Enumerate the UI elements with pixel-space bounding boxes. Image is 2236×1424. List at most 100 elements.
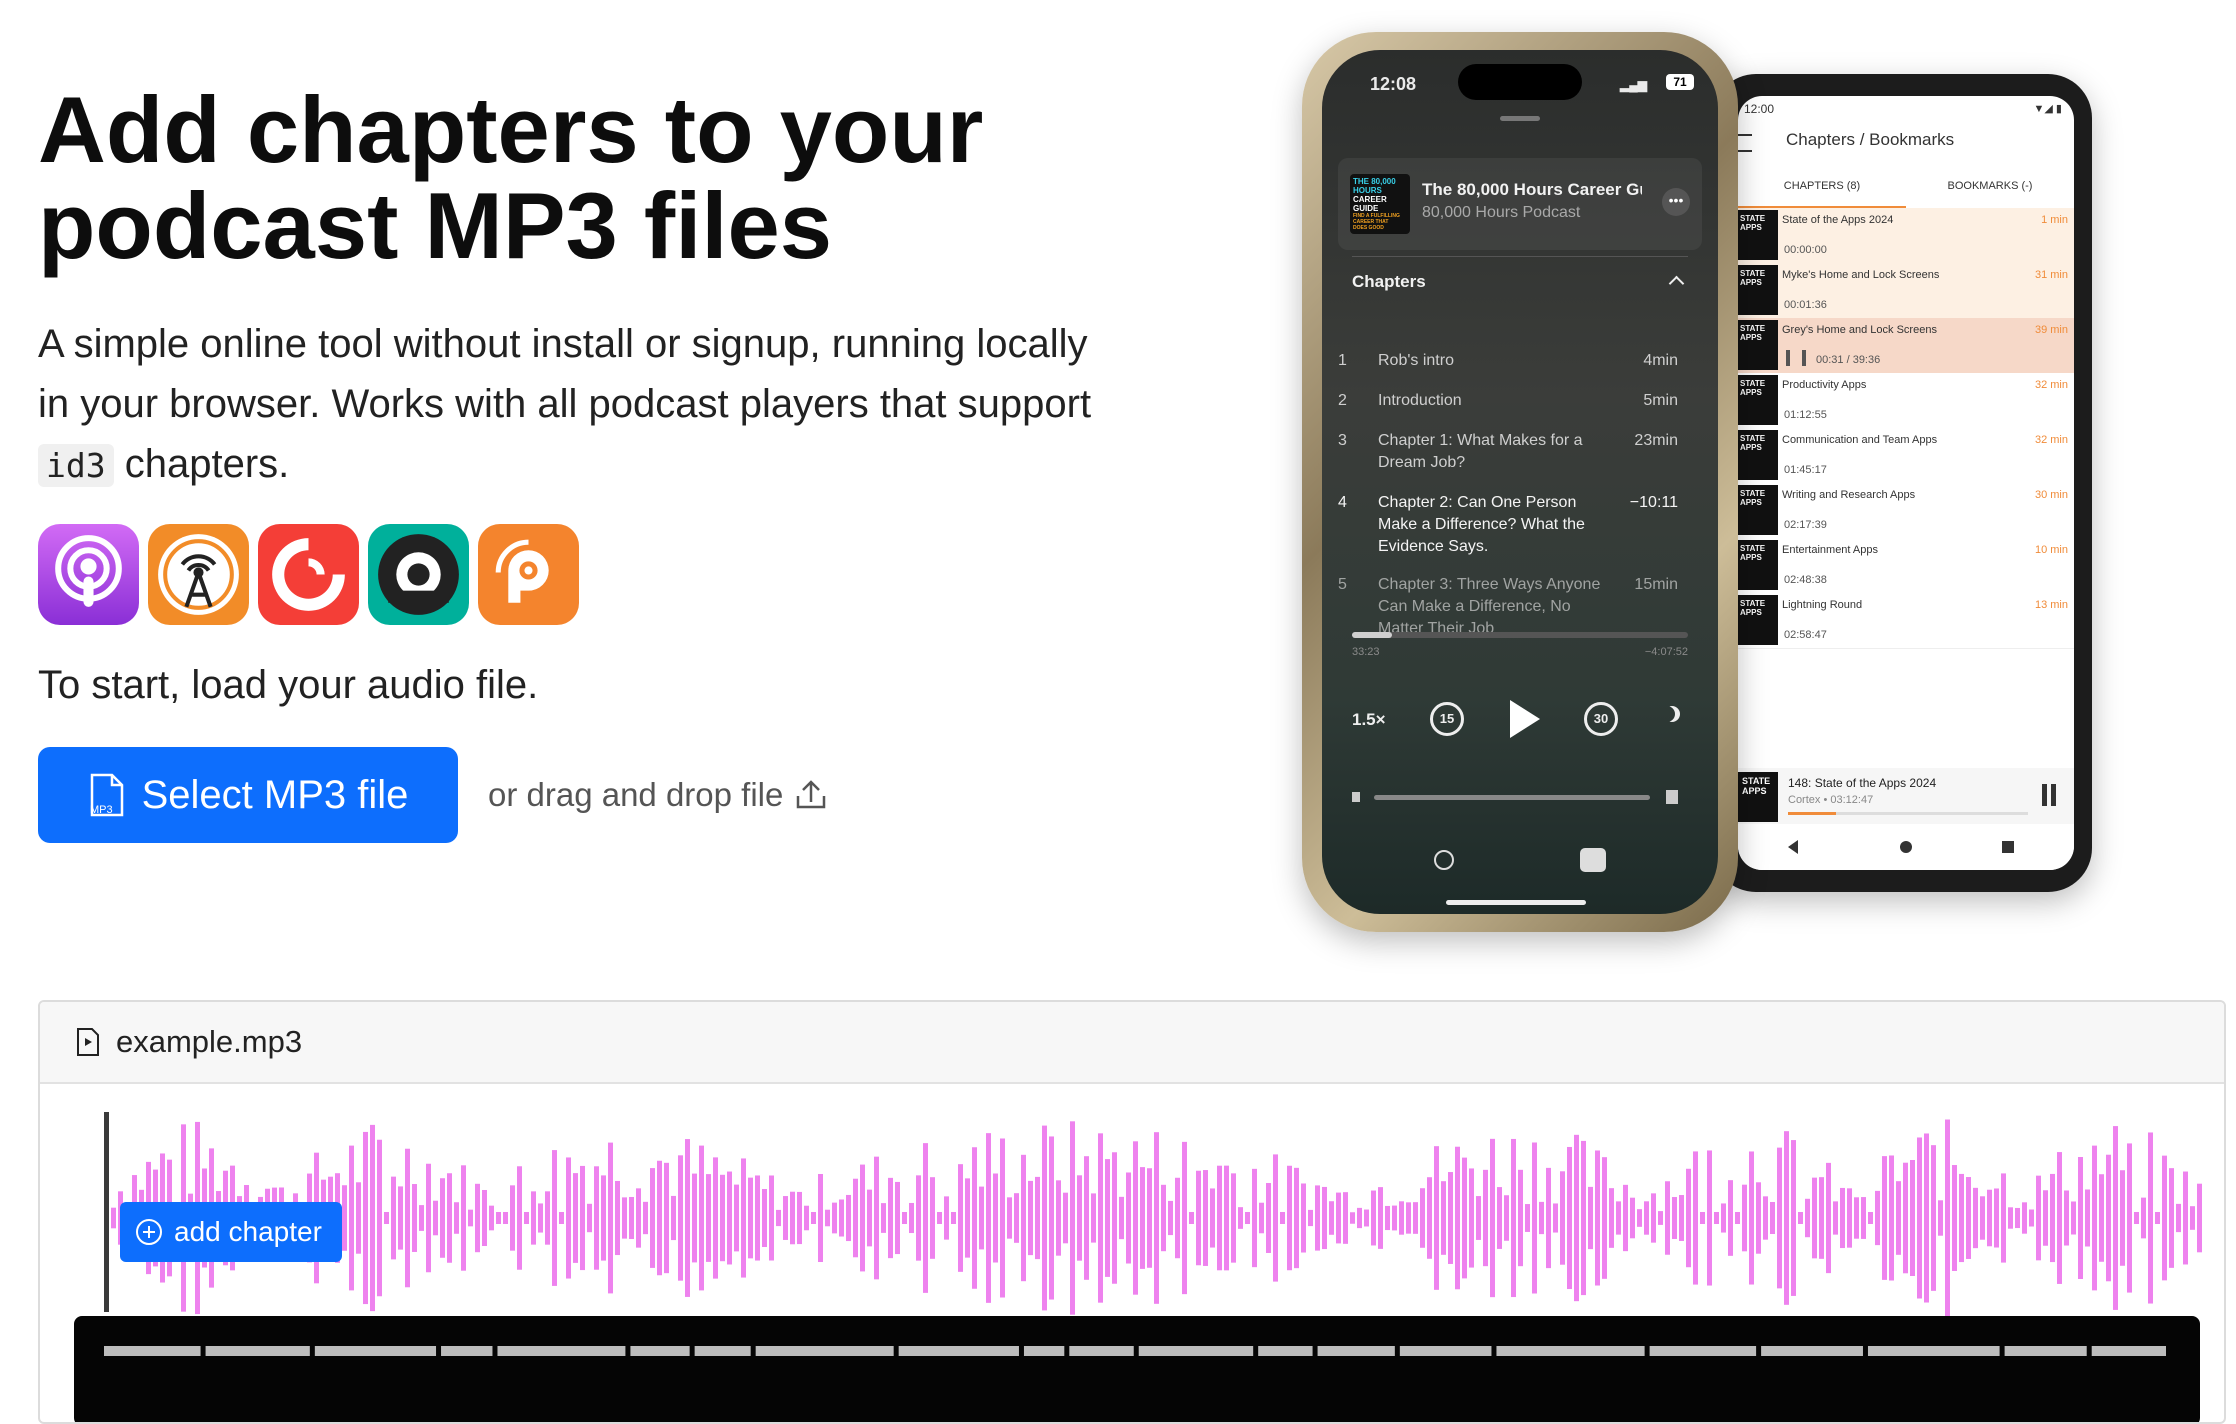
waveform-bar: [1693, 1151, 1698, 1285]
waveform-bar: [895, 1181, 900, 1255]
waveform-bar: [1896, 1181, 1901, 1255]
chevron-up-icon[interactable]: [1668, 275, 1685, 292]
pause-icon[interactable]: [2042, 784, 2056, 806]
plus-v: [148, 1226, 150, 1238]
android-phone-mockup: 12:00 ▼◢ ▮ Chapters / Bookmarks CHAPTERS…: [1712, 74, 2092, 892]
chapter-segment[interactable]: [314, 1346, 437, 1356]
chapters-list-icon[interactable]: [1580, 848, 1606, 872]
cover-line: DOES GOOD: [1353, 225, 1384, 231]
tab-bookmarks[interactable]: BOOKMARKS (-): [1906, 176, 2074, 206]
skip-back-icon[interactable]: 15: [1430, 702, 1464, 736]
android-chapter-row[interactable]: STATE APPS Entertainment Apps 02:48:38 10 m…: [1738, 538, 2074, 594]
chapter-segment[interactable]: [441, 1346, 493, 1356]
add-chapter-button[interactable]: add chapter: [120, 1202, 342, 1262]
chapter-segment[interactable]: [694, 1346, 751, 1356]
waveform[interactable]: [104, 1112, 2204, 1322]
tab-chapters[interactable]: CHAPTERS (8): [1738, 176, 1906, 209]
ios-progress-track[interactable]: [1352, 632, 1688, 638]
waveform-bar: [1686, 1168, 1691, 1268]
android-chapter-row[interactable]: STATE APPS Myke's Home and Lock Screens 00…: [1738, 263, 2074, 319]
waveform-bar: [1007, 1197, 1012, 1239]
airplay-icon[interactable]: [1434, 850, 1454, 870]
play-icon[interactable]: [1510, 700, 1540, 738]
waveform-bar: [979, 1186, 984, 1250]
android-chapter-row[interactable]: STATE APPS Productivity Apps 01:12:55 32 mi…: [1738, 373, 2074, 429]
waveform-bar: [860, 1164, 865, 1272]
waveform-bar: [2106, 1154, 2111, 1282]
android-chapter-row[interactable]: STATE APPS Grey's Home and Lock Screens 00…: [1738, 318, 2074, 374]
ios-chapter-row[interactable]: 5 Chapter 3: Three Ways Anyone Can Make a…: [1338, 574, 1678, 640]
android-chapter-title: Productivity Apps: [1782, 379, 1867, 391]
waveform-bar: [1994, 1188, 1999, 1248]
waveform-bar: [643, 1201, 648, 1235]
chapter-segment[interactable]: [2004, 1346, 2087, 1356]
waveform-bar: [1840, 1187, 1845, 1249]
skip-forward-icon[interactable]: 30: [1584, 702, 1618, 736]
chapter-segment[interactable]: [1317, 1346, 1395, 1356]
android-status-icons: ▼◢ ▮: [2033, 103, 2062, 115]
chapter-segment[interactable]: [898, 1346, 1019, 1356]
waveform-bar: [741, 1158, 746, 1278]
volume-slider[interactable]: [1374, 795, 1650, 800]
android-chapter-row[interactable]: STATE APPS Communication and Team Apps 01:…: [1738, 428, 2074, 484]
select-mp3-button[interactable]: MP3 Select MP3 file: [38, 747, 458, 843]
waveform-bar: [2064, 1190, 2069, 1246]
chapter-segment[interactable]: [1496, 1346, 1645, 1356]
chapter-segment[interactable]: [1069, 1346, 1134, 1356]
audio-file-icon: [77, 1028, 99, 1056]
pocket-casts-icon: [258, 524, 359, 625]
chapter-segments[interactable]: [104, 1346, 2168, 1358]
waveform-bar: [1077, 1175, 1082, 1261]
waveform-bar: [2183, 1171, 2188, 1265]
chapter-segment[interactable]: [630, 1346, 690, 1356]
ios-remaining: −4:07:52: [1644, 646, 1688, 658]
chapter-segment[interactable]: [1649, 1346, 1757, 1356]
chapter-segment[interactable]: [1023, 1346, 1065, 1356]
chapters-header-label: Chapters: [1352, 272, 1426, 291]
waveform-bar: [1028, 1180, 1033, 1256]
waveform-bar: [1476, 1196, 1481, 1240]
waveform-bar: [1140, 1167, 1145, 1269]
more-icon[interactable]: •••: [1662, 188, 1690, 216]
android-chapter-row[interactable]: STATE APPS Writing and Research Apps 02:17…: [1738, 483, 2074, 539]
chapter-segment[interactable]: [497, 1346, 626, 1356]
waveform-bar: [1735, 1212, 1740, 1224]
select-mp3-label: Select MP3 file: [141, 772, 409, 817]
chapter-segment[interactable]: [104, 1346, 201, 1356]
chapter-segment[interactable]: [205, 1346, 310, 1356]
android-chapter-time: 02:48:38: [1784, 574, 1827, 586]
waveform-bar: [1833, 1201, 1838, 1235]
waveform-bar: [1098, 1133, 1103, 1303]
sleep-timer-icon[interactable]: [1664, 706, 1680, 722]
waveform-bar: [1119, 1196, 1124, 1240]
drag-drop-hint[interactable]: or drag and drop file: [488, 776, 827, 814]
playhead[interactable]: [104, 1112, 109, 1312]
chapter-thumb: STATE APPS: [1738, 265, 1778, 315]
waveform-bar: [1490, 1138, 1495, 1298]
waveform-bar: [1651, 1193, 1656, 1243]
nav-recents-icon[interactable]: [2002, 841, 2014, 853]
menu-icon[interactable]: [1738, 134, 1752, 152]
chapter-segment[interactable]: [1399, 1346, 1492, 1356]
waveform-bar: [1112, 1152, 1117, 1284]
ios-elapsed: 33:23: [1352, 646, 1380, 658]
chapter-segment[interactable]: [1138, 1346, 1254, 1356]
nav-home-icon[interactable]: [1900, 841, 1912, 853]
chapter-segment[interactable]: [1258, 1346, 1313, 1356]
nav-back-icon[interactable]: [1788, 840, 1798, 854]
chapter-segment[interactable]: [755, 1346, 894, 1356]
android-mini-player[interactable]: STATE APPS 148: State of the Apps 2024 C…: [1738, 768, 2074, 824]
android-chapter-row[interactable]: STATE APPS State of the Apps 2024 00:00:00…: [1738, 208, 2074, 264]
waveform-bar: [965, 1178, 970, 1258]
speed-button[interactable]: 1.5×: [1352, 710, 1386, 730]
waveform-bar: [1014, 1193, 1019, 1243]
waveform-bar: [1497, 1187, 1502, 1249]
chapter-segment[interactable]: [1867, 1346, 2000, 1356]
sheet-grabber[interactable]: [1500, 116, 1540, 121]
android-chapter-row[interactable]: STATE APPS Lightning Round 02:58:47 13 min: [1738, 593, 2074, 649]
waveform-bar: [1903, 1162, 1908, 1274]
chapters-header[interactable]: Chapters: [1352, 272, 1688, 298]
chapter-segment[interactable]: [1761, 1346, 1863, 1356]
waveform-bar: [664, 1162, 669, 1274]
chapter-segment[interactable]: [2091, 1346, 2166, 1356]
